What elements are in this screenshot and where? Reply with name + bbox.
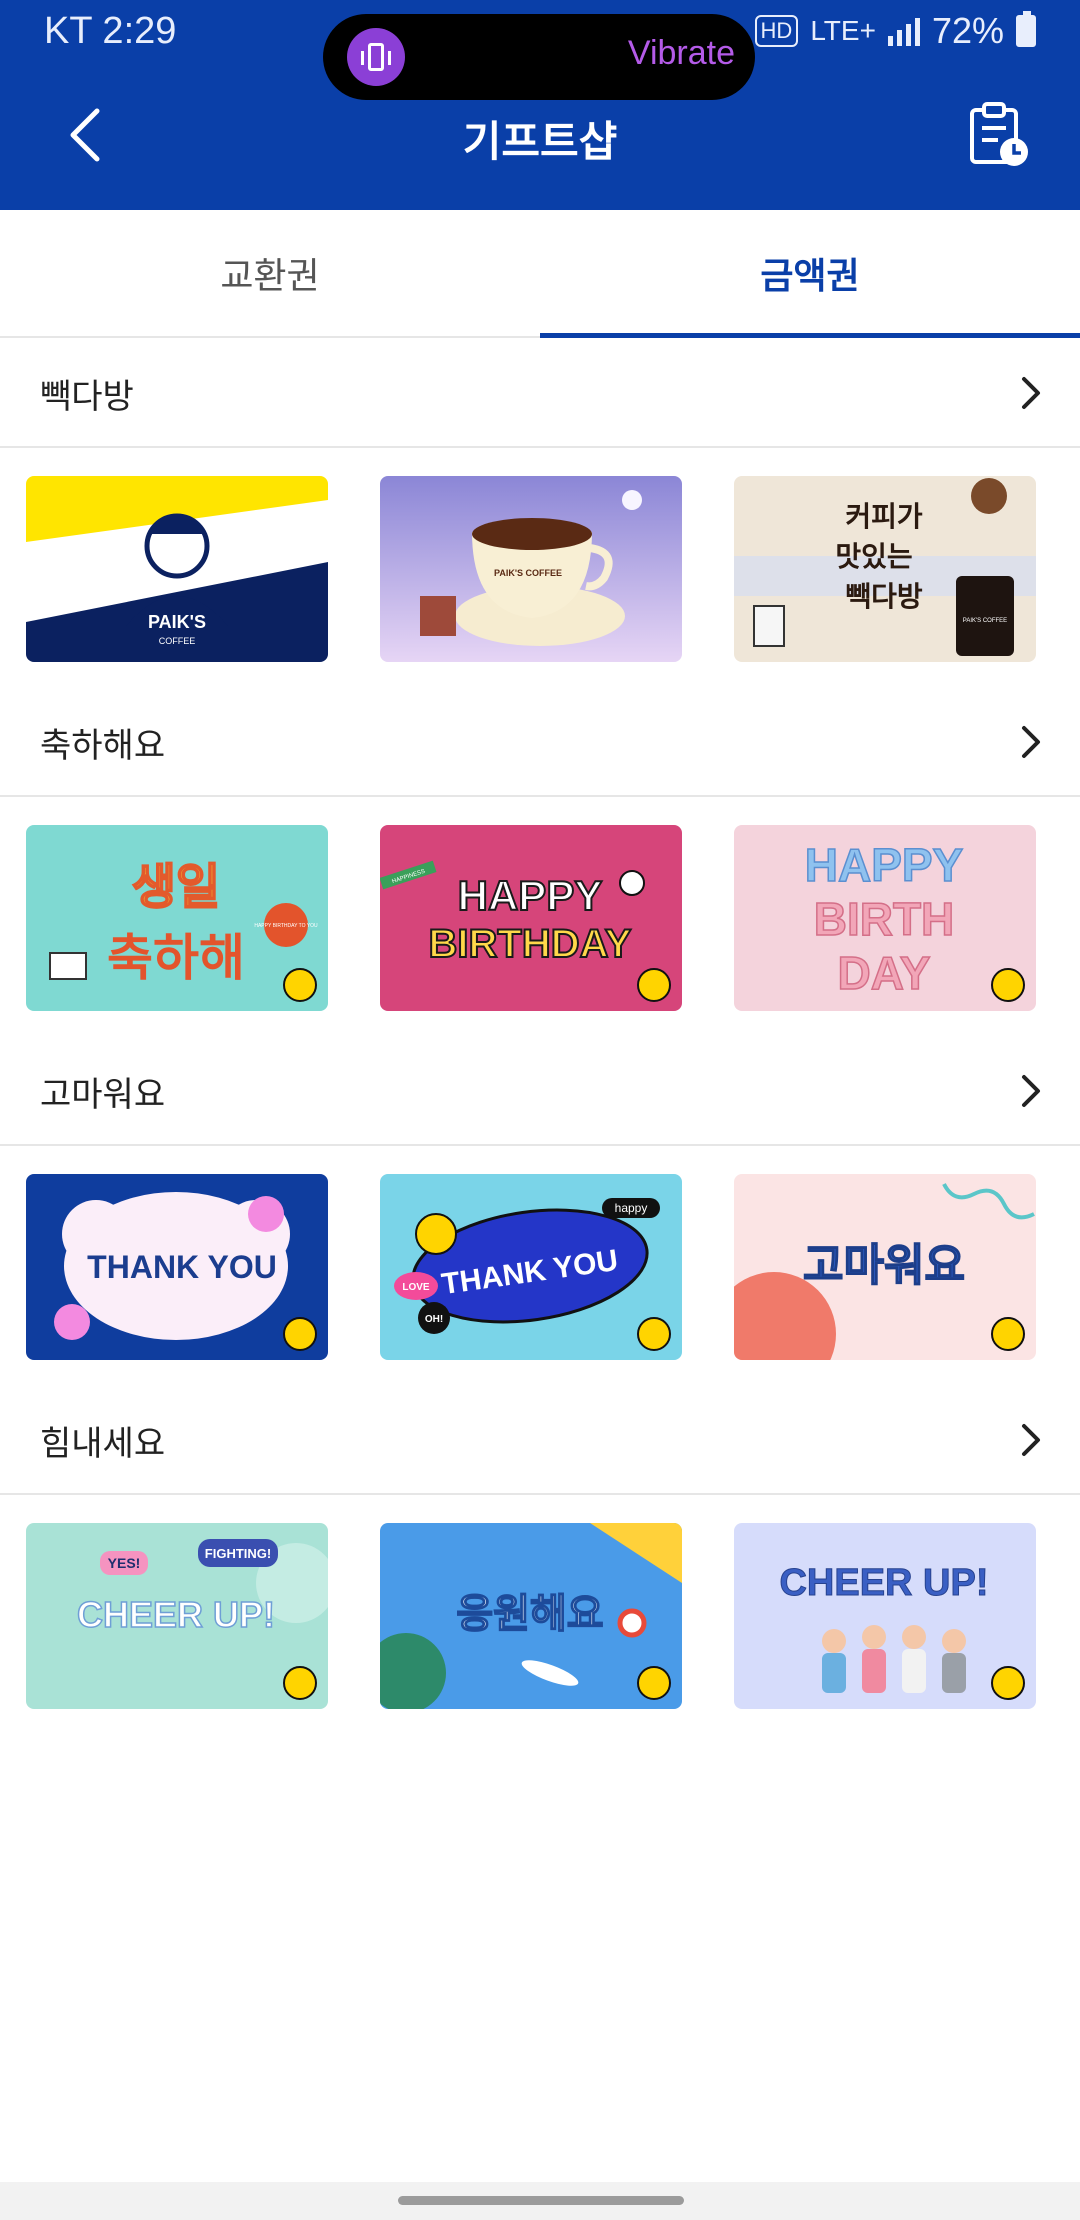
vibrate-label: Vibrate: [627, 34, 735, 72]
gift-card[interactable]: PAIK'S COFFEE: [380, 476, 682, 662]
signal-icon: [887, 16, 920, 46]
chevron-right-icon: [1022, 1075, 1040, 1107]
svg-text:고마워요: 고마워요: [803, 1240, 965, 1291]
gift-card[interactable]: 커피가 맛있는 빽다방 PAIK'S COFFEE: [734, 476, 1036, 662]
section-cheer: 힘내세요 CHEER UP! YES! FIGHTING! 응원해요 CHEER…: [0, 1387, 1080, 1709]
svg-text:YES!: YES!: [108, 1555, 141, 1571]
svg-text:CHEER UP!: CHEER UP!: [77, 1594, 275, 1635]
chevron-right-icon: [1022, 1424, 1040, 1456]
happy-birthday-balloon-card: HAPPY BIRTH DAY: [734, 825, 1036, 1011]
gift-card[interactable]: CHEER UP!: [734, 1523, 1036, 1709]
svg-text:HAPPY: HAPPY: [805, 839, 963, 891]
hd-badge: HD: [754, 15, 799, 47]
network-label: LTE+: [810, 15, 876, 46]
svg-text:응원해요: 응원해요: [456, 1591, 603, 1637]
section-header[interactable]: 축하해요: [0, 689, 1080, 797]
thank-you-korean-card: 고마워요: [734, 1174, 1036, 1360]
clipboard-clock-icon: [970, 102, 1028, 166]
section-title: 힘내세요: [40, 1423, 166, 1464]
vibrate-pill[interactable]: Vibrate: [323, 14, 755, 100]
svg-text:BIRTHDAY: BIRTHDAY: [429, 922, 632, 966]
battery-level: 72%: [931, 10, 1004, 51]
svg-text:생일: 생일: [132, 859, 220, 915]
chevron-right-icon: [1022, 377, 1040, 409]
svg-text:FIGHTING!: FIGHTING!: [205, 1546, 271, 1561]
app-header: KT 2:29 HD LTE+ 72% Vibrate 기프트샵: [0, 0, 1080, 210]
tab-exchange-voucher[interactable]: 교환권: [0, 210, 540, 336]
gift-card[interactable]: HAPPY BIRTH DAY: [734, 825, 1036, 1011]
section-congrats: 축하해요 생일 축하해 HAPPY BIRTHDAY TO YOU HAPPY …: [0, 689, 1080, 1011]
svg-text:LOVE: LOVE: [402, 1282, 430, 1293]
svg-text:PAIK'S COFFEE: PAIK'S COFFEE: [494, 568, 562, 578]
svg-text:HAPPY BIRTHDAY TO YOU: HAPPY BIRTHDAY TO YOU: [254, 923, 318, 929]
svg-text:OH!: OH!: [425, 1314, 443, 1325]
battery-icon: [1016, 11, 1036, 47]
svg-text:THANK YOU: THANK YOU: [87, 1249, 277, 1285]
svg-text:PAIK'S COFFEE: PAIK'S COFFEE: [963, 618, 1007, 624]
svg-text:축하해: 축하해: [107, 929, 245, 987]
section-title: 빽다방: [40, 376, 134, 417]
section-thanks: 고마워요 THANK YOU THANK YOU happy LOVE OH! …: [0, 1038, 1080, 1360]
gift-card[interactable]: 고마워요: [734, 1174, 1036, 1360]
tab-amount-voucher[interactable]: 금액권: [540, 210, 1080, 338]
page-title: 기프트샵: [462, 117, 618, 166]
gift-card[interactable]: 생일 축하해 HAPPY BIRTHDAY TO YOU: [26, 825, 328, 1011]
thank-you-sticker-card: THANK YOU happy LOVE OH!: [380, 1174, 682, 1360]
paiks-logo-card: PAIK'S COFFEE: [26, 476, 328, 662]
voucher-tabs: 교환권 금액권: [0, 210, 1080, 338]
svg-text:커피가: 커피가: [845, 500, 923, 533]
gesture-bar[interactable]: [0, 2182, 1080, 2220]
section-header[interactable]: 힘내세요: [0, 1387, 1080, 1495]
status-time: KT 2:29: [44, 10, 177, 52]
svg-text:happy: happy: [615, 1201, 648, 1215]
happy-birthday-pink-card: HAPPY BIRTHDAY HAPPINESS: [380, 825, 682, 1011]
svg-text:PAIK'S: PAIK'S: [148, 612, 206, 632]
cheer-up-people-card: CHEER UP!: [734, 1523, 1036, 1709]
gift-card[interactable]: THANK YOU happy LOVE OH!: [380, 1174, 682, 1360]
gift-card[interactable]: PAIK'S COFFEE: [26, 476, 328, 662]
gift-card[interactable]: 응원해요: [380, 1523, 682, 1709]
section-header[interactable]: 빽다방: [0, 340, 1080, 448]
svg-text:DAY: DAY: [838, 947, 931, 999]
status-icons: HD LTE+ 72%: [713, 10, 1036, 52]
svg-text:빽다방: 빽다방: [845, 580, 923, 613]
gift-card[interactable]: CHEER UP! YES! FIGHTING!: [26, 1523, 328, 1709]
section-title: 축하해요: [40, 725, 166, 766]
thank-you-cloud-card: THANK YOU: [26, 1174, 328, 1360]
section-header[interactable]: 고마워요: [0, 1038, 1080, 1146]
svg-text:CHEER UP!: CHEER UP!: [779, 1562, 988, 1604]
svg-text:BIRTH: BIRTH: [814, 893, 955, 945]
coffee-cup-card: PAIK'S COFFEE: [380, 476, 682, 662]
gift-card[interactable]: HAPPY BIRTHDAY HAPPINESS: [380, 825, 682, 1011]
svg-text:COFFEE: COFFEE: [159, 636, 196, 646]
cheer-up-mint-card: CHEER UP! YES! FIGHTING!: [26, 1523, 328, 1709]
purchase-history-button[interactable]: [964, 100, 1034, 170]
birthday-korean-card: 생일 축하해 HAPPY BIRTHDAY TO YOU: [26, 825, 328, 1011]
section-title: 고마워요: [40, 1074, 166, 1115]
chevron-right-icon: [1022, 726, 1040, 758]
gift-card[interactable]: THANK YOU: [26, 1174, 328, 1360]
cheer-korean-card: 응원해요: [380, 1523, 682, 1709]
vibrate-icon: [347, 28, 405, 86]
section-paiks: 빽다방 PAIK'S COFFEE PAIK'S COFFEE 커피가 맛있는 …: [0, 340, 1080, 662]
svg-text:HAPPY: HAPPY: [458, 872, 603, 919]
coffee-tasty-card: 커피가 맛있는 빽다방 PAIK'S COFFEE: [734, 476, 1036, 662]
svg-text:맛있는: 맛있는: [835, 540, 912, 573]
